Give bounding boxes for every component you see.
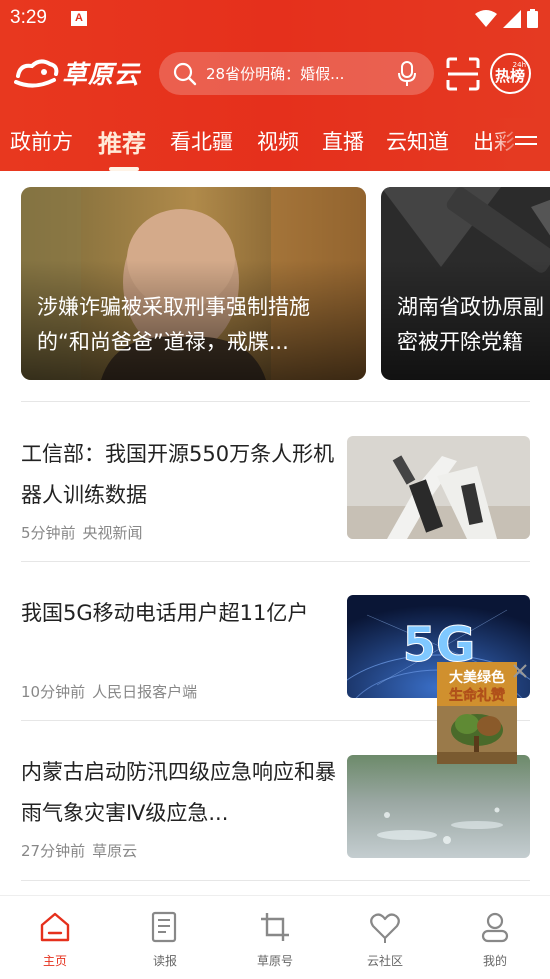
news-title: 我国5G移动电话用户超11亿户 <box>21 601 309 625</box>
news-time: 10分钟前 <box>21 683 86 701</box>
floating-ad-line2: 生命礼赞 <box>449 687 505 704</box>
nav-me[interactable]: 我的 <box>440 896 550 979</box>
heart-hands-icon <box>370 913 400 943</box>
tab-yunzhidao[interactable]: 云知道 <box>386 126 449 156</box>
hot-list-button[interactable]: 热榜 24h <box>490 53 531 94</box>
news-thumbnail <box>347 436 530 539</box>
nav-caoyuanhao[interactable]: 草原号 <box>220 896 330 979</box>
news-thumbnail <box>347 755 530 858</box>
news-meta: 5分钟前 央视新闻 <box>21 522 143 543</box>
battery-icon <box>527 9 538 28</box>
carousel-card[interactable]: 湖南省政协原副 密被开除党籍 <box>381 187 550 380</box>
logo-text: 草原云 <box>62 60 141 89</box>
signal-icon <box>503 9 521 28</box>
bottom-navigation: 主页 读报 草原号 云社区 我的 <box>0 895 550 979</box>
carousel-card-title: 湖南省政协原副 密被开除党籍 <box>397 290 550 360</box>
frame-icon <box>261 913 289 941</box>
nav-label: 我的 <box>482 954 507 968</box>
news-time: 5分钟前 <box>21 524 76 542</box>
tab-kanbeijiang[interactable]: 看北疆 <box>170 126 233 156</box>
status-icons <box>475 9 538 28</box>
nav-label: 主页 <box>42 954 67 968</box>
divider <box>21 880 530 881</box>
wifi-icon <box>475 9 497 27</box>
floating-ad[interactable]: 大美绿色 生命礼赞 <box>437 662 517 764</box>
tab-recommend[interactable]: 推荐 <box>98 124 146 159</box>
divider <box>21 401 530 402</box>
search-bar[interactable]: 28省份明确：婚假... <box>159 52 434 95</box>
nav-newspaper[interactable]: 读报 <box>110 896 220 979</box>
carousel-card-title-line: 密被开除党籍 <box>397 330 523 354</box>
channel-menu-icon[interactable] <box>515 131 537 149</box>
search-icon <box>173 62 197 86</box>
news-meta: 10分钟前 人民日报客户端 <box>21 681 197 702</box>
home-icon <box>40 912 70 942</box>
microphone-icon[interactable] <box>398 61 416 87</box>
search-hint-text: 28省份明确：婚假... <box>206 65 345 83</box>
channel-tabs: 政前方 推荐 看北疆 视频 直播 云知道 出彩 <box>0 118 550 171</box>
news-title: 内蒙古启动防汛四级应急响应和暴雨气象灾害Ⅳ级应急... <box>21 760 336 825</box>
person-icon <box>481 912 509 943</box>
news-title: 工信部：我国开源550万条人形机器人训练数据 <box>21 442 335 507</box>
tab-zhengqianfang[interactable]: 政前方 <box>10 126 73 156</box>
news-item[interactable]: 工信部：我国开源550万条人形机器人训练数据 5分钟前 央视新闻 <box>0 434 550 594</box>
newspaper-icon <box>151 911 177 943</box>
nav-label: 读报 <box>152 954 177 968</box>
logo-cloud-icon <box>14 59 59 88</box>
news-source: 央视新闻 <box>82 524 143 542</box>
scan-icon[interactable] <box>446 57 480 91</box>
tab-live[interactable]: 直播 <box>322 126 364 156</box>
notification-icon: A <box>71 11 87 26</box>
nav-label: 草原号 <box>256 954 293 968</box>
nav-label: 云社区 <box>366 954 403 968</box>
app-logo[interactable]: 草原云 <box>14 53 152 93</box>
active-tab-indicator <box>109 167 139 171</box>
carousel-card-title-line: 湖南省政协原副 <box>397 295 544 319</box>
status-bar: 3:29 A <box>0 0 550 38</box>
nav-community[interactable]: 云社区 <box>330 896 440 979</box>
hot-list-superscript: 24h <box>512 61 526 69</box>
carousel-card[interactable]: 涉嫌诈骗被采取刑事强制措施的“和尚爸爸”道禄，戒牒... <box>21 187 366 380</box>
floating-ad-image: 大美绿色 生命礼赞 <box>437 662 517 764</box>
tab-video[interactable]: 视频 <box>257 126 299 156</box>
news-source: 人民日报客户端 <box>92 683 198 701</box>
news-meta: 27分钟前 草原云 <box>21 840 137 861</box>
floating-ad-line1: 大美绿色 <box>449 669 505 686</box>
status-time: 3:29 <box>10 7 47 28</box>
close-icon[interactable] <box>511 662 529 680</box>
divider <box>21 561 530 562</box>
news-source: 草原云 <box>92 842 138 860</box>
news-item[interactable]: 内蒙古启动防汛四级应急响应和暴雨气象灾害Ⅳ级应急... 27分钟前 草原云 <box>0 752 550 912</box>
news-time: 27分钟前 <box>21 842 86 860</box>
carousel-card-title: 涉嫌诈骗被采取刑事强制措施的“和尚爸爸”道禄，戒牒... <box>37 295 310 354</box>
nav-home[interactable]: 主页 <box>0 896 110 979</box>
app-header: 3:29 A 草原云 28省份明确：婚假... 热榜 24h 政前方 推荐 看北… <box>0 0 550 171</box>
